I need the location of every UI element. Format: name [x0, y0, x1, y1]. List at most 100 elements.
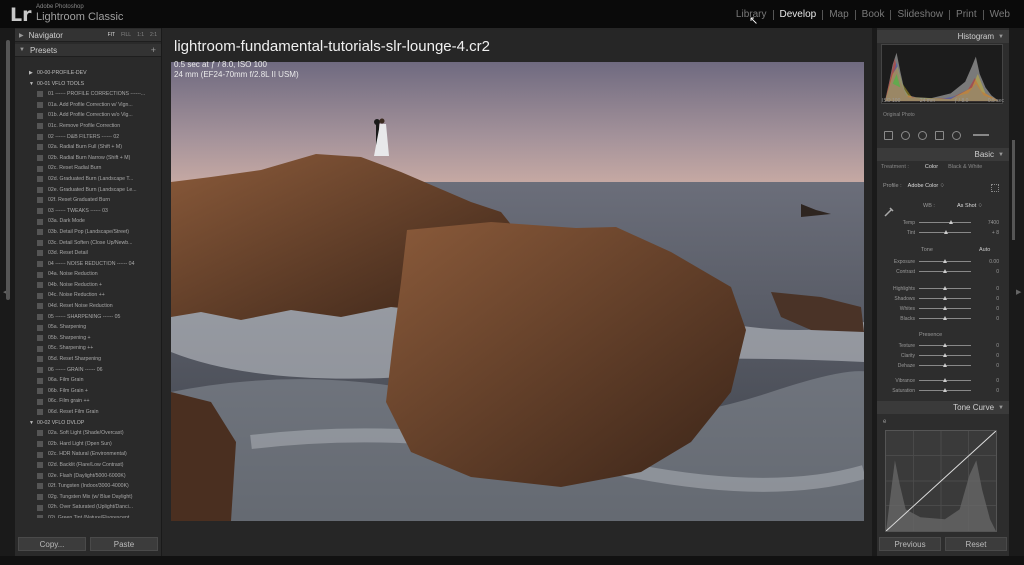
- preset-item[interactable]: 02i. Green Tint (Nature/Fluorescent...: [15, 513, 161, 518]
- spot-removal-icon[interactable]: [901, 130, 910, 140]
- preset-item[interactable]: 05 ------ SHARPENING ------ 05: [15, 312, 161, 323]
- preset-item[interactable]: 03d. Reset Detail: [15, 248, 161, 259]
- slider-track[interactable]: [919, 343, 971, 347]
- zoom-option[interactable]: FIT: [108, 32, 116, 38]
- slider-value[interactable]: 0: [971, 269, 999, 275]
- navigator-header[interactable]: ▶ Navigator FIT FILL 1:1 2:1: [15, 29, 161, 42]
- preset-item[interactable]: 04c. Noise Reduction ++: [15, 290, 161, 301]
- module-tab-web[interactable]: Web: [984, 9, 1016, 20]
- preset-item[interactable]: 02 ------ D&B FILTERS ------ 02: [15, 132, 161, 143]
- adjustment-brush-icon[interactable]: [973, 134, 989, 136]
- preset-item[interactable]: 02g. Tungsten Mix (w/ Blue Daylight): [15, 492, 161, 503]
- slider-dehaze[interactable]: Dehaze 0: [881, 361, 1003, 370]
- preset-item[interactable]: 03b. Detail Pop (Landscape/Street): [15, 227, 161, 238]
- slider-texture[interactable]: Texture 0: [881, 341, 1003, 350]
- wb-dropdown[interactable]: As Shot ♢: [957, 203, 983, 209]
- preset-item[interactable]: 02d. Graduated Burn (Landscape T...: [15, 174, 161, 185]
- slider-value[interactable]: 0.00: [971, 259, 999, 265]
- profile-dropdown[interactable]: Adobe Color ♢: [908, 183, 945, 189]
- preset-item[interactable]: 02e. Graduated Burn (Landscape Le...: [15, 185, 161, 196]
- preset-item[interactable]: 02a. Radial Burn Full (Shift + M): [15, 142, 161, 153]
- slider-track[interactable]: [919, 286, 971, 290]
- preset-item[interactable]: 06 ------ GRAIN ------ 06: [15, 365, 161, 376]
- slider-temp[interactable]: Temp 7400: [881, 218, 1003, 227]
- slider-knob[interactable]: [942, 388, 947, 392]
- preset-item[interactable]: 02b. Hard Light (Open Sun): [15, 439, 161, 450]
- preset-item[interactable]: 02d. Backlit (Flare/Low Contrast): [15, 460, 161, 471]
- slider-value[interactable]: 0: [971, 316, 999, 322]
- preset-folder[interactable]: ▼ 00-02 VFLO DVLOP: [15, 418, 161, 429]
- slider-track[interactable]: [919, 306, 971, 310]
- slider-vibrance[interactable]: Vibrance 0: [881, 376, 1003, 385]
- crop-tool-icon[interactable]: [884, 130, 893, 140]
- add-preset-icon[interactable]: +: [151, 45, 161, 55]
- module-tab-book[interactable]: Book: [856, 9, 891, 20]
- auto-tone-button[interactable]: Auto: [979, 247, 990, 253]
- slider-knob[interactable]: [943, 230, 948, 234]
- slider-value[interactable]: + 8: [971, 230, 999, 236]
- slider-track[interactable]: [919, 259, 971, 263]
- preset-item[interactable]: 06c. Film grain ++: [15, 396, 161, 407]
- preset-item[interactable]: 03 ------ TWEAKS ------ 03: [15, 206, 161, 217]
- tone-curve-graph[interactable]: [885, 430, 997, 532]
- slider-knob[interactable]: [942, 296, 947, 300]
- previous-button[interactable]: Previous: [879, 537, 941, 551]
- slider-track[interactable]: [919, 296, 971, 300]
- preset-item[interactable]: 05b. Sharpening +: [15, 333, 161, 344]
- preset-item[interactable]: 02e. Flash (Daylight/5000-6000K): [15, 471, 161, 482]
- slider-value[interactable]: 7400: [971, 220, 999, 226]
- eyedropper-icon[interactable]: [883, 206, 895, 218]
- slider-contrast[interactable]: Contrast 0: [881, 267, 1003, 276]
- preset-item[interactable]: 04d. Reset Noise Reduction: [15, 301, 161, 312]
- preset-folder[interactable]: ▼ 00-01 VFLO TOOLS: [15, 79, 161, 90]
- slider-knob[interactable]: [942, 353, 947, 357]
- preset-folder[interactable]: ▶ 00-00-PROFILE-DEV: [15, 68, 161, 79]
- zoom-option[interactable]: 2:1: [150, 32, 157, 38]
- slider-track[interactable]: [919, 220, 971, 224]
- slider-shadows[interactable]: Shadows 0: [881, 294, 1003, 303]
- preset-item[interactable]: 04a. Noise Reduction: [15, 269, 161, 280]
- slider-clarity[interactable]: Clarity 0: [881, 351, 1003, 360]
- profile-browser-icon[interactable]: [991, 184, 999, 192]
- basic-header[interactable]: Basic ▼: [877, 148, 1009, 161]
- preset-item[interactable]: 06a. Film Grain: [15, 375, 161, 386]
- slider-value[interactable]: 0: [971, 296, 999, 302]
- preset-item[interactable]: 01c. Remove Profile Correction: [15, 121, 161, 132]
- preset-item[interactable]: 02f. Reset Graduated Burn: [15, 195, 161, 206]
- slider-highlights[interactable]: Highlights 0: [881, 284, 1003, 293]
- preset-item[interactable]: 02a. Soft Light (Shade/Overcast): [15, 428, 161, 439]
- preset-item[interactable]: 02c. HDR Natural (Environmental): [15, 449, 161, 460]
- preset-item[interactable]: 02b. Radial Burn Narrow (Shift + M): [15, 153, 161, 164]
- radial-filter-icon[interactable]: [952, 130, 961, 140]
- slider-value[interactable]: 0: [971, 363, 999, 369]
- slider-knob[interactable]: [942, 363, 947, 367]
- slider-whites[interactable]: Whites 0: [881, 304, 1003, 313]
- preset-item[interactable]: 05c. Sharpening ++: [15, 343, 161, 354]
- slider-saturation[interactable]: Saturation 0: [881, 386, 1003, 395]
- preset-item[interactable]: 03c. Detail Soften (Close Up/Newb...: [15, 238, 161, 249]
- slider-knob[interactable]: [942, 286, 947, 290]
- slider-knob[interactable]: [942, 269, 947, 273]
- graduated-filter-icon[interactable]: [935, 130, 944, 140]
- preset-item[interactable]: 02h. Over Saturated (Uplight/Danci...: [15, 502, 161, 513]
- copy-button[interactable]: Copy...: [18, 537, 86, 551]
- paste-button[interactable]: Paste: [90, 537, 158, 551]
- slider-blacks[interactable]: Blacks 0: [881, 314, 1003, 323]
- preset-item[interactable]: 05d. Reset Sharpening: [15, 354, 161, 365]
- preset-item[interactable]: 02c. Reset Radial Burn: [15, 163, 161, 174]
- reset-button[interactable]: Reset: [945, 537, 1007, 551]
- slider-value[interactable]: 0: [971, 343, 999, 349]
- filmstrip-toggle-bar[interactable]: [0, 556, 1024, 565]
- slider-track[interactable]: [919, 230, 971, 234]
- preset-item[interactable]: 05a. Sharpening: [15, 322, 161, 333]
- slider-tint[interactable]: Tint + 8: [881, 228, 1003, 237]
- preset-item[interactable]: 02f. Tungsten (Indoor/3000-4000K): [15, 481, 161, 492]
- preset-item[interactable]: 06b. Film Grain +: [15, 386, 161, 397]
- slider-knob[interactable]: [942, 259, 947, 263]
- slider-value[interactable]: 0: [971, 378, 999, 384]
- slider-track[interactable]: [919, 316, 971, 320]
- zoom-option[interactable]: FILL: [121, 32, 131, 38]
- right-scrollbar[interactable]: [1012, 140, 1015, 240]
- slider-knob[interactable]: [942, 378, 947, 382]
- right-panel-toggle-icon[interactable]: ▶: [1016, 288, 1021, 296]
